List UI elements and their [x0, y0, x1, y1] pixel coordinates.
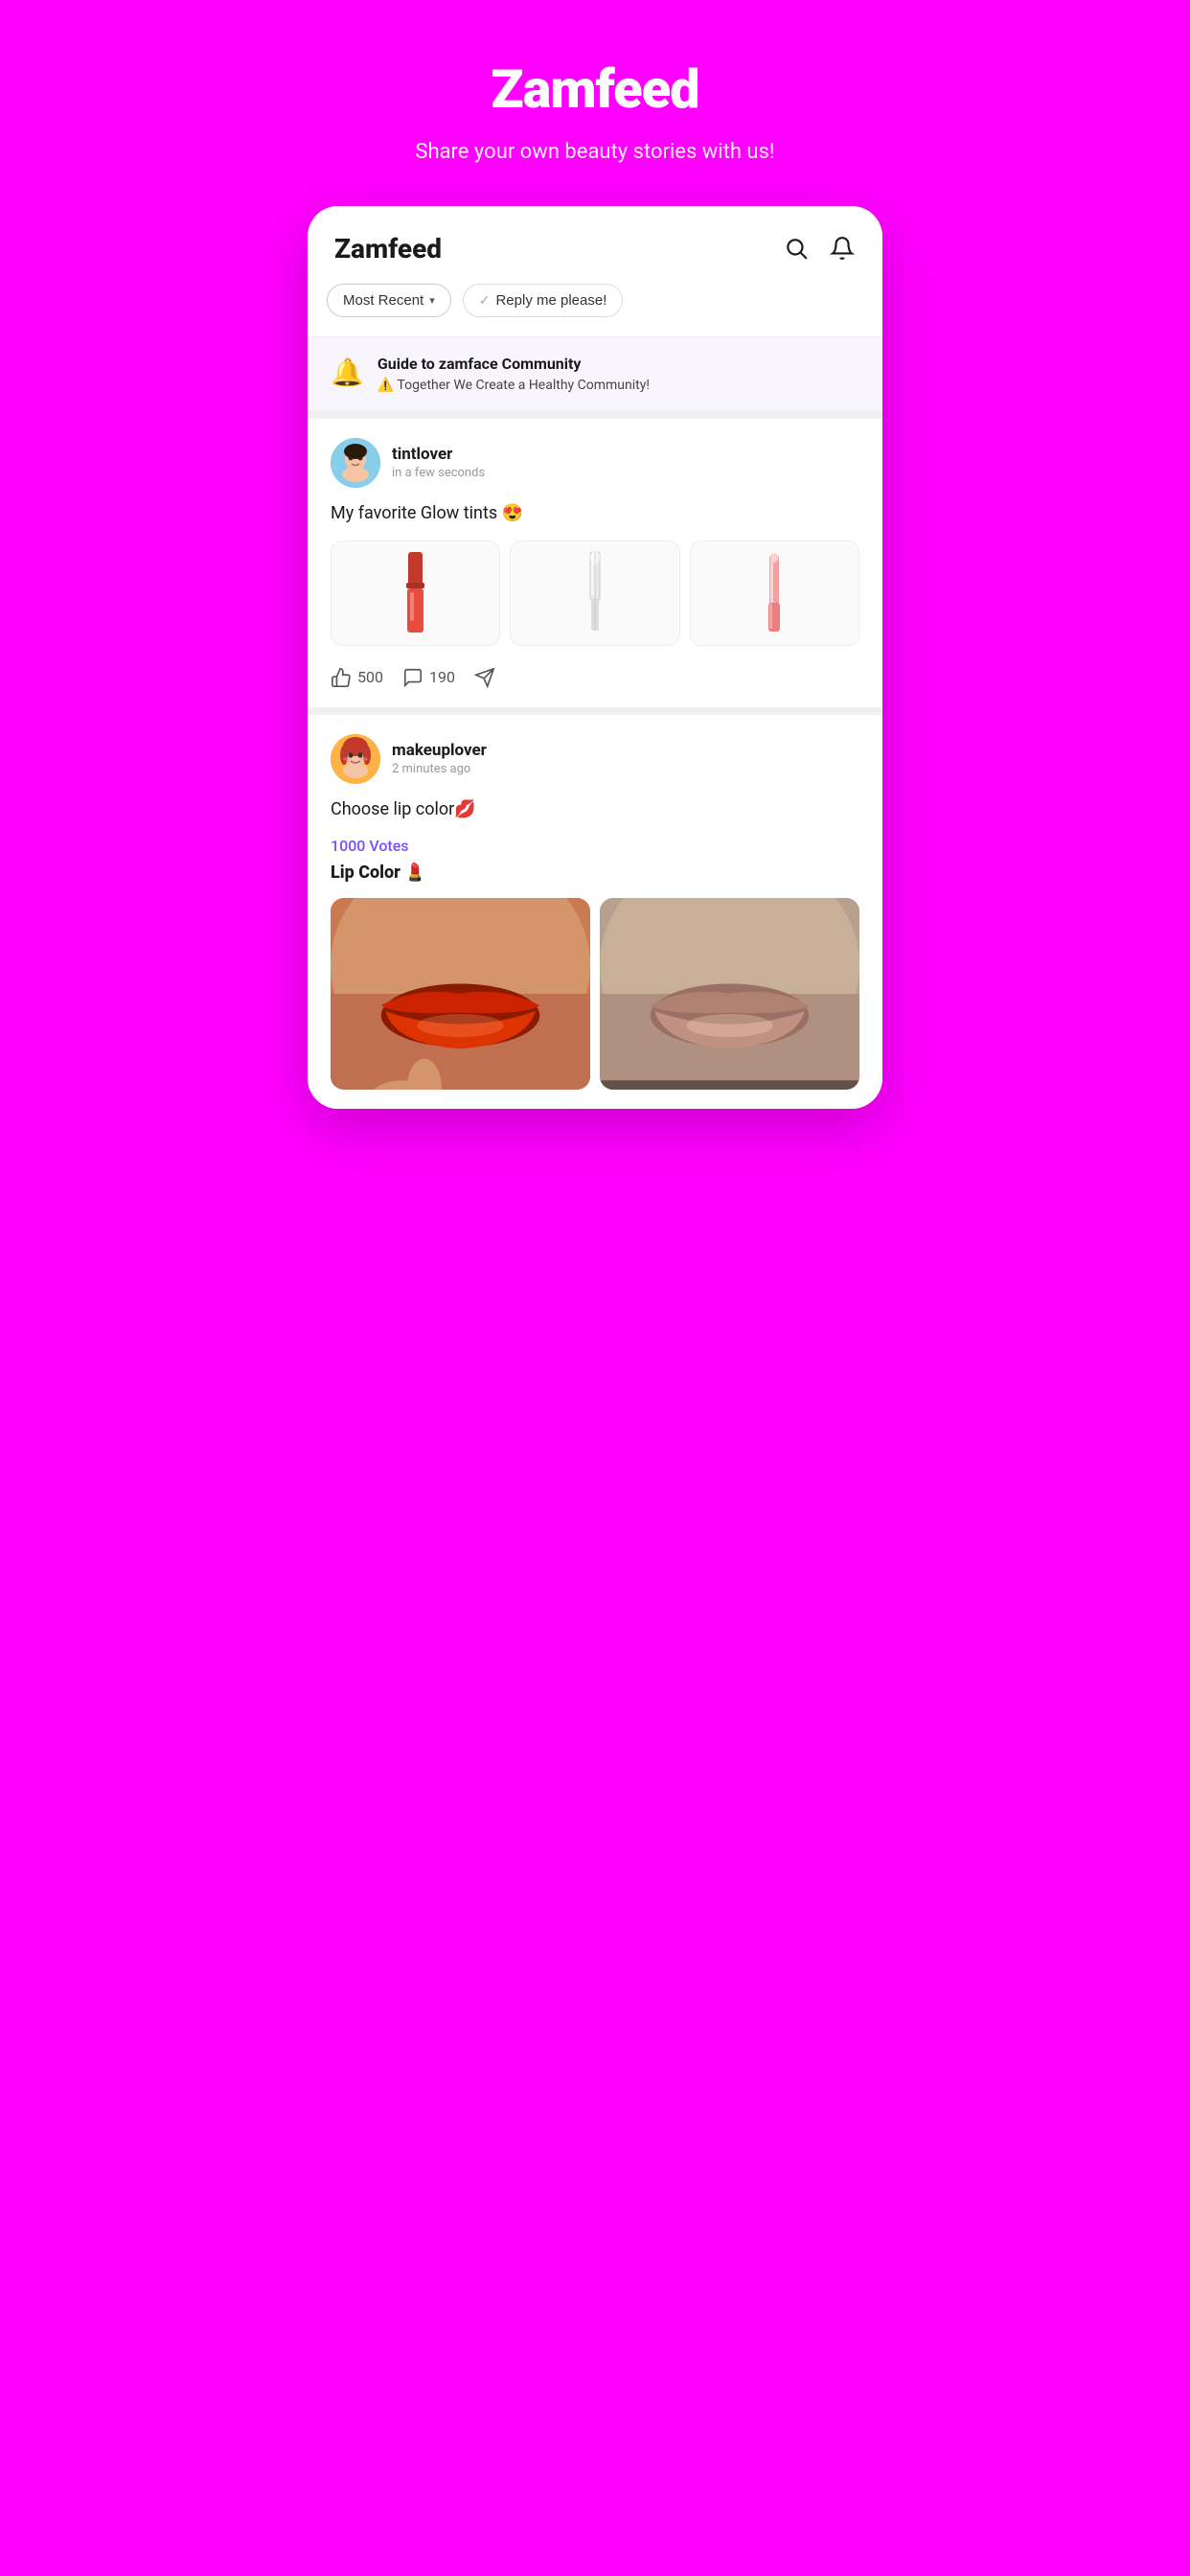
- avatar-img: [331, 438, 380, 488]
- community-banner: 🔔 Guide to zamface Community ⚠️ Together…: [308, 336, 882, 411]
- section-divider-2: [308, 707, 882, 715]
- post-1-actions: 500 190: [331, 663, 859, 688]
- search-svg: [784, 236, 809, 261]
- app-logo: Zamfeed: [334, 233, 442, 264]
- post-2-user-info: makeuplover 2 minutes ago: [392, 741, 487, 776]
- orange-lip-photo: [331, 898, 590, 1090]
- community-bell-icon: 🔔: [331, 356, 364, 388]
- thumbs-up-icon: [331, 667, 352, 688]
- bell-icon[interactable]: [829, 235, 856, 262]
- share-icon: [474, 667, 495, 688]
- product-image-2: [510, 540, 679, 646]
- nude-lip-photo: [600, 898, 859, 1090]
- poll-image-nude-lip[interactable]: [600, 898, 859, 1090]
- community-title: Guide to zamface Community: [378, 355, 650, 373]
- bell-svg: [830, 236, 855, 261]
- filter-bar: Most Recent ▾ ✓ Reply me please!: [308, 284, 882, 336]
- post-1-content: My favorite Glow tints 😍: [331, 501, 859, 525]
- post-1-username: tintlover: [392, 445, 485, 464]
- hero-title: Zamfeed: [415, 58, 774, 121]
- post-1-header: tintlover in a few seconds: [331, 438, 859, 488]
- post-1-images: [331, 540, 859, 646]
- comment-icon: [402, 667, 423, 688]
- app-header: Zamfeed: [308, 206, 882, 284]
- comment-count: 190: [429, 668, 455, 686]
- most-recent-label: Most Recent: [343, 292, 423, 309]
- post-2-username: makeuplover: [392, 741, 487, 760]
- post-card-2: makeuplover 2 minutes ago Choose lip col…: [308, 715, 882, 1109]
- poll-images: [331, 898, 859, 1090]
- lipstick-1-svg: [394, 550, 437, 636]
- hero-subtitle: Share your own beauty stories with us!: [415, 138, 774, 168]
- avatar-2-img: [331, 734, 380, 784]
- header-icons: [783, 235, 856, 262]
- chevron-down-icon: ▾: [429, 294, 435, 307]
- check-icon: ✓: [479, 292, 491, 309]
- post-1-time: in a few seconds: [392, 466, 485, 480]
- orange-lip-svg: [331, 898, 590, 1090]
- poll-image-orange-lip[interactable]: [331, 898, 590, 1090]
- reply-filter[interactable]: ✓ Reply me please!: [463, 284, 624, 317]
- poll-title: Lip Color 💄: [331, 862, 859, 883]
- most-recent-filter[interactable]: Most Recent ▾: [327, 284, 451, 317]
- comment-button[interactable]: 190: [402, 667, 455, 688]
- votes-count: 1000 Votes: [331, 837, 859, 855]
- like-count: 500: [357, 668, 383, 686]
- reply-label: Reply me please!: [495, 292, 606, 309]
- nude-lip-svg: [600, 898, 859, 1090]
- post-2-header: makeuplover 2 minutes ago: [331, 734, 859, 784]
- avatar-makeuplover: [331, 734, 380, 784]
- lipstick-3-svg: [760, 550, 789, 636]
- hero-section: Zamfeed Share your own beauty stories wi…: [396, 58, 793, 168]
- post-card-1: tintlover in a few seconds My favorite G…: [308, 419, 882, 707]
- like-button[interactable]: 500: [331, 667, 383, 688]
- app-card: Zamfeed Most Recent ▾ ✓ Reply me: [308, 206, 882, 1109]
- share-button[interactable]: [474, 667, 495, 688]
- section-divider-1: [308, 411, 882, 419]
- product-image-1: [331, 540, 500, 646]
- avatar-tintlover: [331, 438, 380, 488]
- community-subtitle: ⚠️ Together We Create a Healthy Communit…: [378, 378, 650, 393]
- post-1-user-info: tintlover in a few seconds: [392, 445, 485, 480]
- community-text: Guide to zamface Community ⚠️ Together W…: [378, 355, 650, 393]
- product-image-3: [690, 540, 859, 646]
- post-2-time: 2 minutes ago: [392, 762, 487, 776]
- post-2-content: Choose lip color💋: [331, 797, 859, 821]
- lipstick-2-svg: [581, 550, 609, 636]
- search-icon[interactable]: [783, 235, 810, 262]
